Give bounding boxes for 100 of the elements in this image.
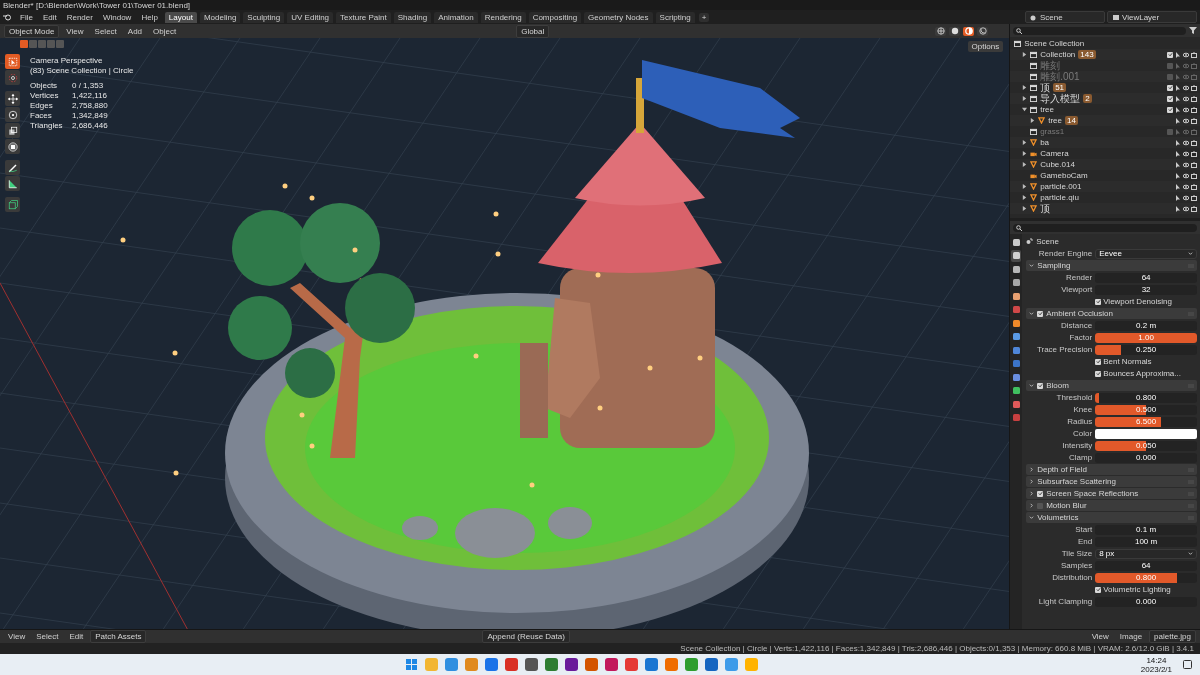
disclosure-triangle-icon[interactable] [1022,52,1028,57]
outliner-item-name[interactable]: Scene Collection [1024,39,1085,48]
disclosure-triangle-icon[interactable] [1022,151,1028,156]
taskbar-app-icon[interactable] [605,658,618,671]
exclude-checkbox[interactable] [1167,73,1173,80]
transform-tool-button[interactable] [5,139,20,154]
slider-field[interactable]: 0.500 [1095,404,1197,415]
checkbox-label[interactable]: Volumetric Lighting [1103,585,1171,594]
checkbox[interactable] [1037,382,1044,389]
menu-item[interactable]: Help [137,12,162,22]
outliner-item-name[interactable]: Cube.014 [1040,160,1075,169]
workspace-tab[interactable]: Layout [164,11,197,23]
disclosure-triangle-icon[interactable] [1022,85,1028,90]
outliner-item-name[interactable]: grass1 [1040,127,1065,136]
taskbar-app-icon[interactable] [565,658,578,671]
slider-field[interactable]: 6.500 [1095,416,1197,427]
panel-header[interactable]: Subsurface Scattering [1026,476,1197,487]
checkbox[interactable] [1095,586,1102,593]
add-workspace-button[interactable]: + [698,12,710,22]
scene-selector[interactable]: Scene [1025,11,1105,23]
workspace-tab[interactable]: Geometry Nodes [584,11,653,23]
options-dropdown[interactable]: Options [967,41,1004,52]
checkbox-label[interactable]: Bounces Approxima... [1103,369,1181,378]
asset-library-dropdown[interactable]: Patch Assets [90,630,147,643]
image-selector[interactable]: palette.jpg [1149,630,1196,643]
outliner-item-name[interactable]: 顶 [1040,203,1051,214]
measure-tool-button[interactable] [5,176,20,191]
checkbox[interactable] [1095,358,1102,365]
taskbar-app-icon[interactable] [705,658,718,671]
checkbox[interactable] [1095,298,1102,305]
taskbar-app-icon[interactable] [485,658,498,671]
panel-header[interactable]: Sampling [1026,260,1197,271]
panel-header[interactable]: Volumetrics [1026,512,1197,523]
number-field[interactable]: 0.2 m [1095,320,1197,331]
disclosure-triangle-icon[interactable] [1022,107,1028,112]
exclude-checkbox[interactable] [1167,62,1173,69]
workspace-tab[interactable]: Compositing [528,11,582,23]
orientation-dropdown[interactable]: Global [516,24,550,38]
disclosure-triangle-icon[interactable] [1022,140,1028,145]
taskbar-app-icon[interactable] [505,658,518,671]
shading-mode-button[interactable] [963,26,975,36]
menu-item[interactable]: Edit [38,12,61,22]
scale-tool-button[interactable] [5,123,20,138]
menu-item[interactable]: Window [98,12,136,22]
menu-item[interactable]: Select [90,26,121,36]
checkbox-label[interactable]: Bent Normals [1103,357,1152,366]
outliner-item-name[interactable]: particle.qiu [1040,193,1079,202]
exclude-checkbox[interactable] [1167,128,1173,135]
workspace-tab[interactable]: Rendering [480,11,526,23]
checkbox[interactable] [1037,310,1044,317]
workspace-tab[interactable]: Sculpting [243,11,285,23]
shading-mode-button[interactable] [935,26,947,36]
outliner-item-name[interactable]: tree [1040,105,1054,114]
menu-item[interactable]: Image [1115,632,1147,641]
view-layer-selector[interactable]: ViewLayer [1107,11,1197,23]
rotate-tool-button[interactable] [5,107,20,122]
workspace-tab[interactable]: Modeling [199,11,241,23]
number-field[interactable]: 0.000 [1095,596,1197,607]
outliner-item-name[interactable]: 导入模型 [1040,93,1081,104]
slider-field[interactable]: 0.050 [1095,440,1197,451]
outliner-item-name[interactable]: 顶 [1040,82,1051,93]
panel-header[interactable]: Screen Space Reflections [1026,488,1197,499]
color-swatch[interactable] [1095,428,1197,439]
panel-header[interactable]: Depth of Field [1026,464,1197,475]
checkbox-label[interactable]: Viewport Denoising [1103,297,1172,306]
taskbar-app-icon[interactable] [525,658,538,671]
render-engine-dropdown[interactable]: Eevee [1095,248,1197,259]
shading-mode-button[interactable] [949,26,961,36]
slider-field[interactable]: 0.800 [1095,392,1197,403]
outliner-item-name[interactable]: GameboCam [1040,171,1088,180]
menu-item[interactable]: Edit [65,632,88,641]
outliner-item-name[interactable]: ba [1040,138,1050,147]
outliner-item-name[interactable]: tree [1048,116,1062,125]
exclude-checkbox[interactable] [1167,51,1173,58]
outliner-item-name[interactable]: Collection [1040,50,1076,59]
filter-icon[interactable] [1189,27,1197,34]
disclosure-triangle-icon[interactable] [1022,162,1028,167]
menu-item[interactable]: Select [32,632,63,641]
move-tool-button[interactable] [5,91,20,106]
checkbox[interactable] [1037,502,1044,509]
dropdown[interactable]: 8 px [1095,548,1197,559]
disclosure-triangle-icon[interactable] [1022,206,1028,211]
slider-field[interactable]: 0.800 [1095,572,1197,583]
menu-item[interactable]: Render [62,12,97,22]
cursor-tool-button[interactable] [5,70,20,85]
outliner-item-name[interactable]: 雕刻 [1040,60,1061,71]
disclosure-triangle-icon[interactable] [1022,184,1028,189]
workspace-tab[interactable]: Texture Paint [336,11,391,23]
menu-item[interactable]: View [1087,632,1113,641]
number-field[interactable]: 100 m [1095,536,1197,547]
workspace-tab[interactable]: UV Editing [287,11,334,23]
panel-header[interactable]: Ambient Occlusion [1026,308,1197,319]
exclude-checkbox[interactable] [1167,95,1173,102]
select-tool-button[interactable] [5,54,20,69]
taskbar-app-icon[interactable] [545,658,558,671]
menu-item[interactable]: View [4,632,30,641]
outliner-search-field[interactable] [1013,26,1186,35]
menu-item[interactable]: File [16,12,37,22]
menu-item[interactable]: Object [149,26,181,36]
outliner-item-name[interactable]: Camera [1040,149,1069,158]
